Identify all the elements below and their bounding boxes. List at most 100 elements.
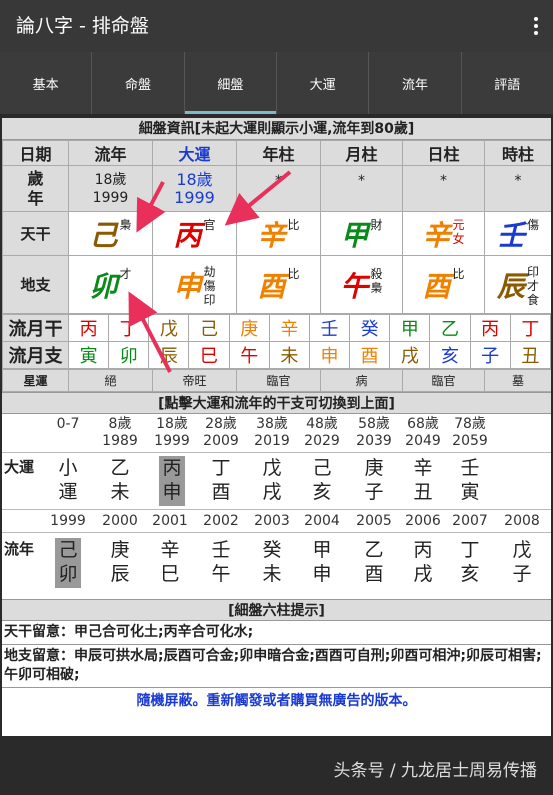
liunian-pillar[interactable]: 辛巳 [157, 538, 183, 588]
liunian-zhi[interactable]: 午 [208, 562, 234, 586]
branch-char[interactable]: 午 [340, 265, 368, 305]
liunian-zhi[interactable]: 戌 [410, 562, 436, 586]
liuyuegan-cell[interactable]: 壬 [308, 314, 351, 342]
stem-char[interactable]: 丙 [173, 214, 201, 254]
dayun-pillar[interactable]: 辛丑 [410, 456, 436, 506]
liunian-zhi[interactable]: 辰 [107, 562, 133, 586]
stem-char[interactable]: 辛 [257, 214, 285, 254]
dayun-pillar[interactable]: 戊戌 [259, 456, 285, 506]
dayun-pillar[interactable]: 己亥 [309, 456, 335, 506]
dizhi-cell[interactable]: 午殺梟 [320, 255, 403, 314]
liunian-zhi[interactable]: 酉 [361, 562, 387, 586]
liunian-gan[interactable]: 壬 [208, 538, 234, 562]
dizhi-cell[interactable]: 申劫傷印 [152, 255, 237, 314]
liuyuezhi-cell[interactable]: 酉 [349, 341, 391, 369]
tiangan-cell[interactable]: 壬傷 [484, 211, 551, 256]
liunian-gan[interactable]: 丁 [457, 538, 483, 562]
liunian-pillar[interactable]: 己卯 [55, 538, 81, 588]
branch-char[interactable]: 申 [173, 265, 201, 305]
liunian-pillar[interactable]: 壬午 [208, 538, 234, 588]
stem-char[interactable]: 甲 [340, 214, 368, 254]
liuyuegan-cell[interactable]: 乙 [429, 314, 471, 342]
branch-char[interactable]: 卯 [89, 265, 117, 305]
tiangan-cell[interactable]: 己梟 [68, 211, 153, 256]
liuyuezhi-cell[interactable]: 卯 [108, 341, 150, 369]
liuyuezhi-cell[interactable]: 未 [268, 341, 310, 369]
dayun-zhi[interactable]: 寅 [457, 480, 483, 504]
liuyuegan-cell[interactable]: 戊 [148, 314, 190, 342]
liunian-gan[interactable]: 辛 [157, 538, 183, 562]
stem-char[interactable]: 己 [89, 214, 117, 254]
tab-basic[interactable]: 基本 [0, 52, 93, 114]
liuyuezhi-cell[interactable]: 子 [469, 341, 511, 369]
dayun-pillar[interactable]: 庚子 [361, 456, 387, 506]
liunian-gan[interactable]: 丙 [410, 538, 436, 562]
dayun-zhi[interactable]: 未 [107, 480, 133, 504]
dayun-gan[interactable]: 戊 [259, 456, 285, 480]
dayun-pillar[interactable]: 丁酉 [208, 456, 234, 506]
liunian-zhi[interactable]: 子 [509, 562, 535, 586]
liuyuezhi-cell[interactable]: 申 [308, 341, 351, 369]
tiangan-cell[interactable]: 辛比 [236, 211, 321, 256]
stem-char[interactable]: 壬 [497, 214, 525, 254]
liunian-zhi[interactable]: 亥 [457, 562, 483, 586]
dizhi-cell[interactable]: 卯才 [68, 255, 153, 314]
dayun-gan[interactable]: 小 [55, 456, 81, 480]
liuyuezhi-cell[interactable]: 亥 [429, 341, 471, 369]
tiangan-cell[interactable]: 辛元女 [402, 211, 485, 256]
dayun-pillar[interactable]: 丙申 [159, 456, 185, 506]
liunian-gan[interactable]: 庚 [107, 538, 133, 562]
tab-comment[interactable]: 評語 [462, 52, 553, 114]
liunian-gan[interactable]: 甲 [309, 538, 335, 562]
tab-detail[interactable]: 細盤 [184, 52, 277, 114]
liunian-pillar[interactable]: 丁亥 [457, 538, 483, 588]
dayun-pillar[interactable]: 小運 [55, 456, 81, 506]
liunian-pillar[interactable]: 戊子 [509, 538, 535, 588]
tiangan-cell[interactable]: 甲財 [320, 211, 403, 256]
liunian-gan[interactable]: 戊 [509, 538, 535, 562]
dayun-gan[interactable]: 丁 [208, 456, 234, 480]
dayun-zhi[interactable]: 運 [55, 480, 81, 504]
branch-char[interactable]: 酉 [257, 265, 285, 305]
liuyuegan-cell[interactable]: 丙 [469, 314, 511, 342]
dayun-zhi[interactable]: 申 [159, 480, 185, 504]
dayun-pillar[interactable]: 乙未 [107, 456, 133, 506]
liuyuegan-cell[interactable]: 癸 [349, 314, 391, 342]
liuyuezhi-cell[interactable]: 巳 [188, 341, 230, 369]
liuyuegan-cell[interactable]: 甲 [389, 314, 431, 342]
liuyuegan-cell[interactable]: 庚 [228, 314, 270, 342]
liuyuezhi-cell[interactable]: 寅 [67, 341, 110, 369]
liunian-zhi[interactable]: 申 [309, 562, 335, 586]
liuyuegan-cell[interactable]: 丁 [108, 314, 150, 342]
dizhi-cell[interactable]: 酉比 [402, 255, 485, 314]
liunian-gan[interactable]: 乙 [361, 538, 387, 562]
dayun-gan[interactable]: 庚 [361, 456, 387, 480]
liuyuegan-cell[interactable]: 丙 [67, 314, 110, 342]
liunian-gan[interactable]: 己 [55, 538, 81, 562]
liuyuegan-cell[interactable]: 己 [188, 314, 230, 342]
liuyuegan-cell[interactable]: 辛 [268, 314, 310, 342]
dayun-zhi[interactable]: 亥 [309, 480, 335, 504]
dayun-zhi[interactable]: 戌 [259, 480, 285, 504]
dayun-gan[interactable]: 己 [309, 456, 335, 480]
dizhi-cell[interactable]: 酉比 [236, 255, 321, 314]
tab-liunian[interactable]: 流年 [369, 52, 462, 114]
liuyuezhi-cell[interactable]: 午 [228, 341, 270, 369]
stem-char[interactable]: 辛 [422, 214, 450, 254]
tab-chart[interactable]: 命盤 [92, 52, 185, 114]
dayun-gan[interactable]: 壬 [457, 456, 483, 480]
liunian-pillar[interactable]: 丙戌 [410, 538, 436, 588]
liunian-zhi[interactable]: 未 [259, 562, 285, 586]
tiangan-cell[interactable]: 丙官 [152, 211, 237, 256]
dayun-zhi[interactable]: 酉 [208, 480, 234, 504]
dayun-gan[interactable]: 丙 [159, 456, 185, 480]
liunian-gan[interactable]: 癸 [259, 538, 285, 562]
liunian-pillar[interactable]: 庚辰 [107, 538, 133, 588]
dayun-zhi[interactable]: 子 [361, 480, 387, 504]
dayun-gan[interactable]: 乙 [107, 456, 133, 480]
branch-char[interactable]: 酉 [422, 265, 450, 305]
liuyuezhi-cell[interactable]: 丑 [509, 341, 551, 369]
dizhi-cell[interactable]: 辰印才食 [484, 255, 551, 314]
liuyuezhi-cell[interactable]: 辰 [148, 341, 190, 369]
dayun-pillar[interactable]: 壬寅 [457, 456, 483, 506]
